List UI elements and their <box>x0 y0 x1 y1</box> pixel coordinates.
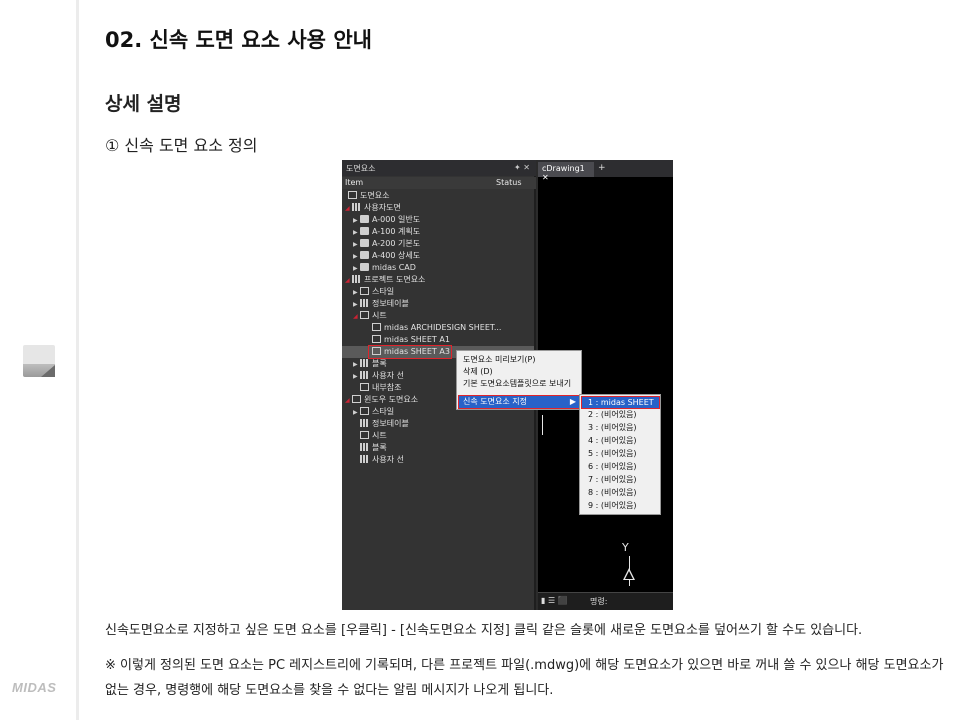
folder-icon <box>360 215 369 223</box>
column-status-label: Status <box>496 178 522 187</box>
quick-slot-submenu: 1 : midas SHEET A3 2 : (비어있음) 3 : (비어있음)… <box>579 394 661 515</box>
slot-item[interactable]: 6 : (비어있음) <box>588 460 637 473</box>
line-icon <box>360 455 369 463</box>
section-subheading: 상세 설명 <box>105 93 182 115</box>
sheet-icon <box>372 347 381 355</box>
block-icon <box>360 359 369 367</box>
tree-item[interactable]: ▶ A-400 상세도 <box>353 250 420 262</box>
new-tab-icon[interactable]: + <box>598 163 606 173</box>
page-heading: 02. 신속 도면 요소 사용 안내 <box>105 28 372 52</box>
expand-arrow-icon: ◢ <box>345 205 350 212</box>
slot-item[interactable]: 5 : (비어있음) <box>588 447 637 460</box>
document-tabbar: cDrawing1 ✕ + <box>538 160 673 182</box>
expand-arrow-icon: ◢ <box>353 313 358 320</box>
block-icon <box>360 443 369 451</box>
collapse-arrow-icon: ▶ <box>353 409 358 416</box>
tree-item[interactable]: ▶ 블록 <box>353 358 387 370</box>
menu-item-delete[interactable]: 삭제 (D) <box>463 366 493 377</box>
page-bookmark-icon[interactable] <box>23 345 55 377</box>
tree-item[interactable]: ◢ 시트 <box>353 310 387 322</box>
tree-item[interactable]: ◢ 윈도우 도면요소 <box>345 394 418 406</box>
menu-item-quick-assign[interactable]: 신속 도면요소 지정 ▶ <box>458 395 581 409</box>
cursor-crosshair <box>542 415 543 435</box>
panel-title: 도면요소 ✦ ✕ <box>342 160 536 176</box>
folder-icon <box>360 227 369 235</box>
grid-icon <box>352 203 361 211</box>
command-bar: ▮ ☰ ⬛ 명령: <box>538 592 673 610</box>
tree-item[interactable]: 정보테이블 <box>360 418 409 430</box>
tree-item[interactable]: ▶ A-000 일반도 <box>353 214 420 226</box>
sheet-icon <box>372 323 381 331</box>
tree-item[interactable]: ◢ 사용자도면 <box>345 202 401 214</box>
slot-item[interactable]: 7 : (비어있음) <box>588 473 637 486</box>
tree-item[interactable]: ◢ 프로젝트 도면요소 <box>345 274 425 286</box>
command-icons[interactable]: ▮ ☰ ⬛ <box>541 596 568 605</box>
tab-cdrawing1[interactable]: cDrawing1 ✕ <box>538 162 594 182</box>
section-title: ① 신속 도면 요소 정의 <box>105 136 258 155</box>
tree-item[interactable]: 내부참조 <box>360 382 401 394</box>
tree-item[interactable]: ▶ 정보테이블 <box>353 298 409 310</box>
xref-icon <box>360 383 369 391</box>
folder-icon <box>360 251 369 259</box>
command-prompt[interactable]: 명령: <box>590 596 607 607</box>
tree-item[interactable]: midas ARCHIDESIGN SHEET... <box>372 322 501 334</box>
element-icon <box>348 191 357 199</box>
context-menu: 도면요소 미리보기(P) 삭제 (D) 기본 도면요소템플릿으로 보내기 신속 … <box>456 350 582 410</box>
window-icon <box>352 395 361 403</box>
collapse-arrow-icon: ▶ <box>353 373 358 380</box>
tree-item[interactable]: 사용자 선 <box>360 454 404 466</box>
style-icon <box>360 287 369 295</box>
pin-icon[interactable]: ✦ ✕ <box>514 163 530 172</box>
tree-item[interactable]: 시트 <box>360 430 387 442</box>
slot-1-item[interactable]: 1 : midas SHEET A3 <box>581 396 660 418</box>
tree-item[interactable]: 블록 <box>360 442 387 454</box>
sheet-icon <box>360 431 369 439</box>
sheet-icon <box>360 311 369 319</box>
expand-arrow-icon: ◢ <box>345 277 350 284</box>
margin-divider <box>76 0 79 720</box>
column-item-label: Item <box>345 178 364 187</box>
folder-icon <box>360 263 369 271</box>
submenu-arrow-icon: ▶ <box>569 397 576 406</box>
folder-icon <box>360 239 369 247</box>
tree-item[interactable]: ▶ A-100 계획도 <box>353 226 420 238</box>
midas-logo: MIDAS <box>12 680 57 695</box>
tree-item[interactable]: ▶ 사용자 선 <box>353 370 404 382</box>
slot-item[interactable]: 9 : (비어있음) <box>588 499 637 512</box>
tab-close-icon[interactable]: ✕ <box>542 173 549 182</box>
panel-title-label: 도면요소 <box>346 164 376 173</box>
slot-item[interactable]: 3 : (비어있음) <box>588 421 637 434</box>
ucs-arrow-icon <box>623 568 635 580</box>
table-icon <box>360 299 369 307</box>
tree-item[interactable]: midas SHEET A1 <box>372 334 450 346</box>
ucs-y-label: Y <box>622 541 629 554</box>
tree-item[interactable]: ▶ 스타일 <box>353 286 394 298</box>
slot-item[interactable]: 4 : (비어있음) <box>588 434 637 447</box>
menu-item-preview[interactable]: 도면요소 미리보기(P) <box>463 354 536 365</box>
table-icon <box>360 419 369 427</box>
tree-item[interactable]: ▶ midas CAD <box>353 262 416 274</box>
sheet-icon <box>372 335 381 343</box>
tree-item[interactable]: ▶ A-200 기본도 <box>353 238 420 250</box>
column-header: Item Status <box>342 177 536 189</box>
grid-icon <box>352 275 361 283</box>
selected-sheet-highlight: midas SHEET A3 <box>368 345 452 359</box>
cad-screenshot: 도면요소 ✦ ✕ Item Status 도면요소 ◢ 사용자도면 ▶ A-000 … <box>342 160 673 610</box>
slot-item[interactable]: 8 : (비어있음) <box>588 486 637 499</box>
note-paragraph: ※ 이렇게 정의된 도면 요소는 PC 레지스트리에 기록되며, 다른 프로젝트… <box>105 658 944 698</box>
slot-item[interactable]: 2 : (비어있음) <box>588 408 637 421</box>
instruction-paragraph: 신속도면요소로 지정하고 싶은 도면 요소를 [우클릭] - [신속도면요소 지… <box>105 623 863 638</box>
menu-item-send-template[interactable]: 기본 도면요소템플릿으로 보내기 <box>463 378 571 389</box>
tree-item[interactable]: 도면요소 <box>348 190 389 202</box>
expand-arrow-icon: ◢ <box>345 397 350 404</box>
line-icon <box>360 371 369 379</box>
tree-item[interactable]: ▶ 스타일 <box>353 406 394 418</box>
style-icon <box>360 407 369 415</box>
